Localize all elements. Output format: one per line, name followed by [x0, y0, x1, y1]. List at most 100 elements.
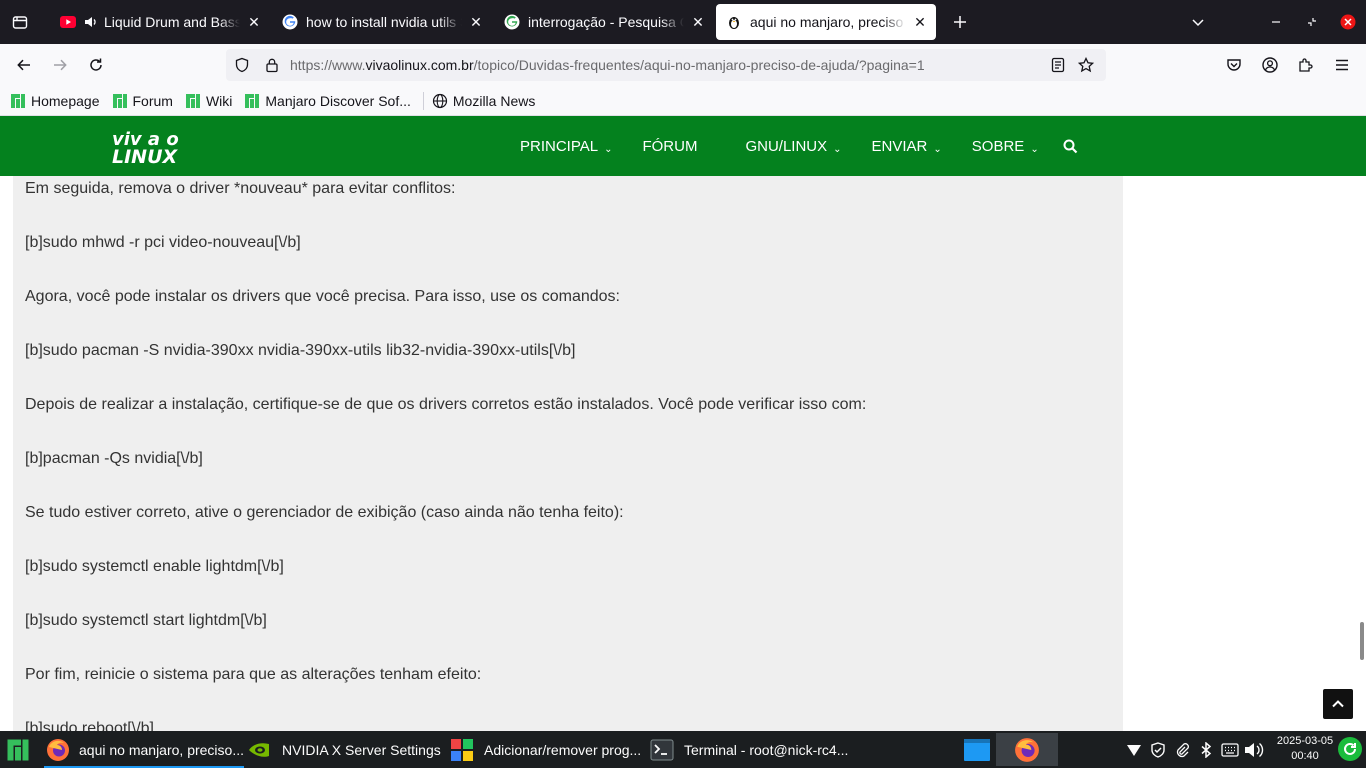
url-path: /topico/Duvidas-frequentes/aqui-no-manja…	[473, 57, 925, 73]
close-tab-icon[interactable]: ✕	[468, 14, 484, 30]
site-search-button[interactable]	[1063, 139, 1078, 154]
speaker-icon[interactable]	[84, 15, 98, 29]
tab-title: how to install nvidia utils 390	[306, 14, 462, 30]
reader-view-icon[interactable]	[1044, 57, 1072, 73]
pinned-firefox[interactable]	[996, 733, 1058, 766]
volume-icon[interactable]	[1242, 741, 1266, 759]
post-line: Agora, você pode instalar os drivers que…	[25, 288, 620, 305]
list-all-tabs-button[interactable]	[1180, 0, 1216, 44]
close-tab-icon[interactable]: ✕	[246, 14, 262, 30]
shield-check-icon[interactable]	[1146, 741, 1170, 758]
tab-google-nvidia[interactable]: how to install nvidia utils 390 ✕	[272, 4, 492, 40]
extensions-button[interactable]	[1288, 49, 1324, 81]
firefox-icon	[44, 736, 71, 764]
google-icon	[282, 14, 298, 30]
forward-button[interactable]	[42, 49, 78, 81]
search-icon	[1063, 139, 1078, 154]
manjaro-icon	[112, 93, 128, 109]
lock-icon[interactable]	[258, 57, 286, 73]
bookmark-forum[interactable]: Forum	[112, 93, 173, 109]
back-button[interactable]	[6, 49, 42, 81]
tab-google-interrogacao[interactable]: interrogação - Pesquisa Google ✕	[494, 4, 714, 40]
clipboard-icon[interactable]	[1170, 742, 1194, 758]
site-navigation: PRINCIPAL ⌄ FÓRUM GNU/LINUX ⌄ ENVIAR ⌄ S…	[520, 116, 1100, 176]
chevron-down-icon: ⌄	[833, 143, 842, 155]
chevron-down-icon: ⌄	[1030, 143, 1039, 155]
close-icon	[1340, 14, 1356, 30]
bookmark-wiki[interactable]: Wiki	[185, 93, 232, 109]
close-tab-icon[interactable]: ✕	[690, 14, 706, 30]
tracking-protection-icon[interactable]	[228, 57, 256, 73]
post-line: [b]pacman -Qs nvidia[\/b]	[25, 450, 203, 467]
url-domain: vivaolinux.com.br	[365, 57, 474, 73]
minimize-icon	[1271, 17, 1281, 27]
post-line: [b]sudo systemctl start lightdm[\/b]	[25, 612, 267, 629]
tab-title: interrogação - Pesquisa Google	[528, 14, 684, 30]
tab-title: aqui no manjaro, preciso de ajuda	[750, 14, 906, 30]
nav-label: FÓRUM	[642, 137, 698, 155]
puzzle-icon	[1298, 57, 1314, 73]
bookmark-label: Wiki	[205, 92, 233, 109]
nvidia-icon	[246, 736, 274, 764]
firefox-view-button[interactable]	[0, 0, 40, 44]
close-tab-icon[interactable]: ✕	[912, 14, 928, 30]
nav-gnu-linux[interactable]: GNU/LINUX ⌄	[745, 138, 841, 155]
clock-time: 00:40	[1291, 750, 1319, 762]
tab-vivaolinux[interactable]: aqui no manjaro, preciso de ajuda ✕	[716, 4, 936, 40]
google-icon	[504, 14, 520, 30]
firefox-view-icon	[12, 14, 28, 30]
nav-principal[interactable]: PRINCIPAL ⌄	[520, 138, 612, 155]
nav-enviar[interactable]: ENVIAR ⌄	[872, 138, 942, 155]
app-menu-button[interactable]	[1324, 49, 1360, 81]
vivaolinux-logo[interactable]: viv a o LINUX	[110, 128, 202, 168]
nav-label: PRINCIPAL	[520, 137, 599, 155]
nav-label: ENVIAR	[871, 137, 928, 155]
pocket-button[interactable]	[1216, 49, 1252, 81]
bookmark-homepage[interactable]: Homepage	[10, 93, 100, 109]
restore-button[interactable]	[1294, 0, 1330, 44]
post-line: [b]sudo reboot[\/b]	[25, 720, 154, 731]
taskbar: aqui no manjaro, preciso... NVIDIA X Ser…	[0, 731, 1366, 768]
desktop-icon	[963, 738, 991, 762]
youtube-icon	[60, 14, 76, 30]
post-line: [b]sudo systemctl enable lightdm[\/b]	[25, 558, 284, 575]
keyboard-icon[interactable]	[1218, 742, 1242, 757]
back-to-top-button[interactable]	[1323, 689, 1353, 719]
task-terminal[interactable]: Terminal - root@nick-rc4...	[648, 731, 858, 768]
new-tab-button[interactable]	[940, 0, 980, 44]
close-window-button[interactable]	[1330, 0, 1366, 44]
bookmark-mozilla-news[interactable]: Mozilla News	[432, 93, 535, 109]
update-notifier[interactable]	[1338, 737, 1362, 761]
account-button[interactable]	[1252, 49, 1288, 81]
hamburger-icon	[1334, 57, 1350, 73]
task-nvidia-settings[interactable]: NVIDIA X Server Settings	[246, 731, 446, 768]
nav-sobre[interactable]: SOBRE ⌄	[972, 138, 1039, 155]
page-scrollbar-thumb[interactable]	[1360, 622, 1364, 660]
back-arrow-icon	[16, 57, 32, 73]
task-label: Adicionar/remover prog...	[484, 741, 642, 758]
bookmark-label: Homepage	[31, 92, 100, 109]
task-firefox[interactable]: aqui no manjaro, preciso...	[44, 731, 244, 768]
task-pamac[interactable]: Adicionar/remover prog...	[448, 731, 648, 768]
tab-youtube[interactable]: Liquid Drum and Bass Mix ✕	[50, 4, 270, 40]
nav-forum[interactable]: FÓRUM	[642, 138, 697, 155]
minimize-button[interactable]	[1258, 0, 1294, 44]
wifi-icon[interactable]	[1122, 743, 1146, 757]
application-launcher[interactable]	[0, 731, 36, 768]
address-bar[interactable]: https://www.vivaolinux.com.br/topico/Duv…	[226, 49, 1106, 81]
firefox-icon	[1014, 737, 1040, 763]
digital-clock[interactable]: 2025-03-05 00:40	[1270, 734, 1340, 764]
tab-title: Liquid Drum and Bass Mix	[104, 14, 240, 30]
bookmark-manjaro-discover[interactable]: Manjaro Discover Sof...	[244, 93, 411, 109]
bookmark-label: Forum	[132, 92, 173, 109]
reload-button[interactable]	[78, 49, 114, 81]
virtual-desktop-pager[interactable]	[960, 735, 994, 765]
restore-icon	[1307, 17, 1317, 27]
clock-date: 2025-03-05	[1276, 735, 1334, 747]
bluetooth-icon[interactable]	[1194, 741, 1218, 758]
window-controls	[1180, 0, 1366, 44]
bookmark-label: Mozilla News	[452, 92, 536, 109]
bookmark-star-icon[interactable]	[1072, 57, 1100, 73]
tab-strip: Liquid Drum and Bass Mix ✕ how to instal…	[0, 0, 1366, 44]
navigation-toolbar: https://www.vivaolinux.com.br/topico/Duv…	[0, 44, 1366, 86]
